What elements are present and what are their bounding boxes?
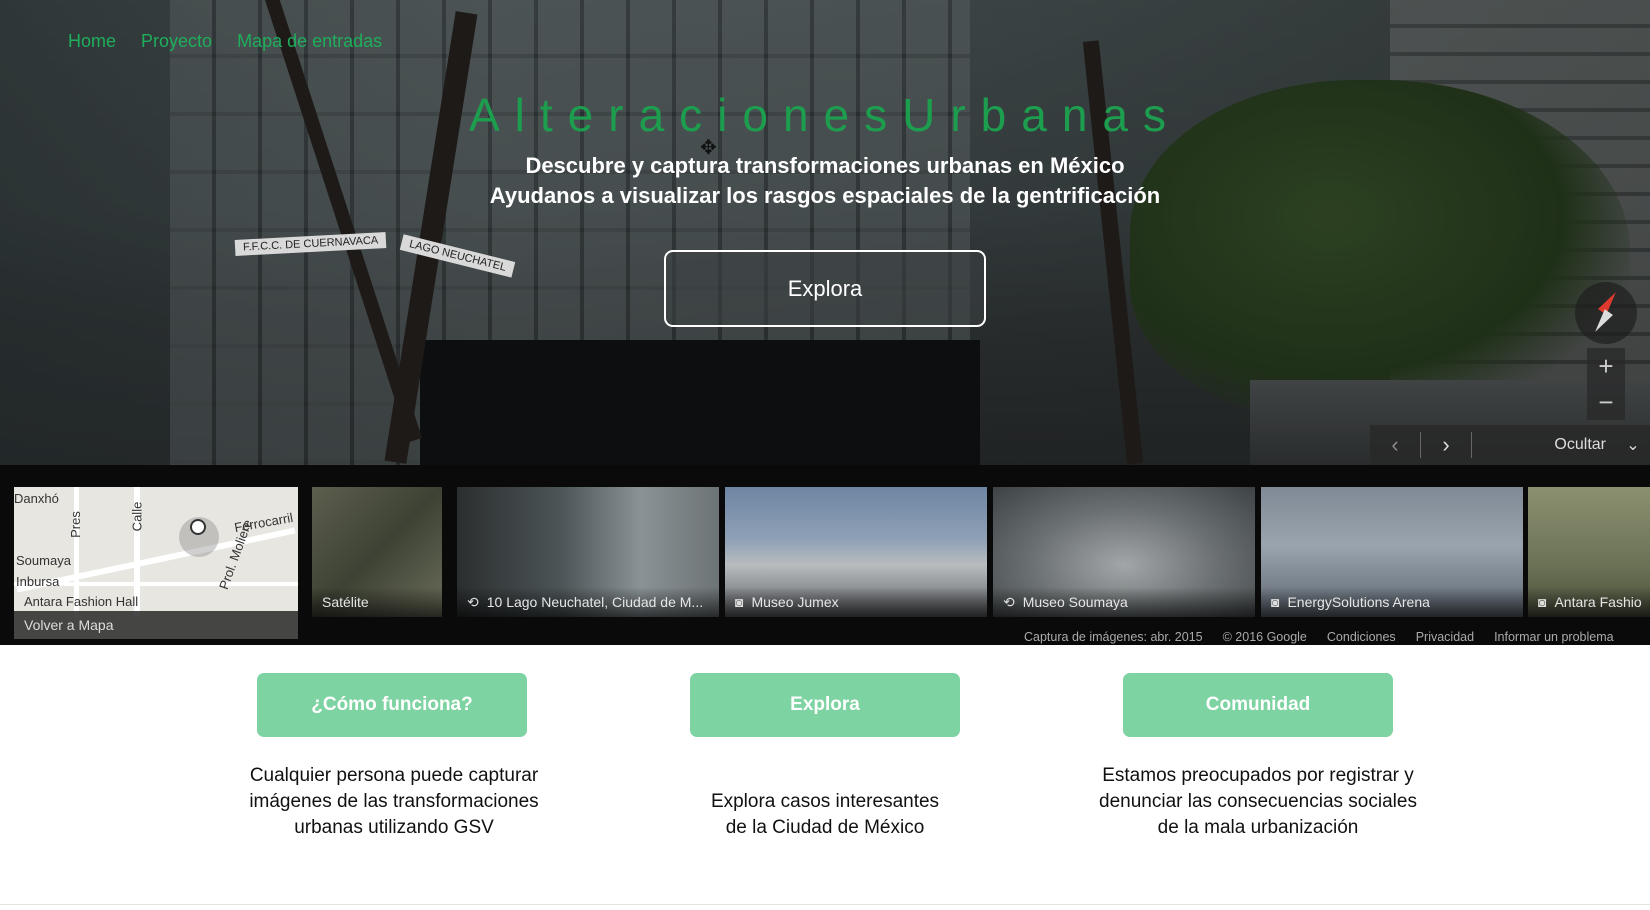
explora-button[interactable]: Explora bbox=[690, 673, 960, 737]
camera-icon: ◙ bbox=[735, 594, 744, 610]
thumbnail-antara[interactable]: ◙ Antara Fashio bbox=[1528, 487, 1650, 617]
zoom-out-button[interactable]: − bbox=[1587, 384, 1625, 420]
thumbnail-museo-jumex[interactable]: ◙ Museo Jumex bbox=[725, 487, 987, 617]
minimap[interactable]: Danxhó Pres Calle Ferrocarril Prol. Moli… bbox=[14, 487, 298, 639]
map-label: Inbursa bbox=[16, 574, 60, 589]
terms-link[interactable]: Condiciones bbox=[1327, 630, 1396, 644]
thumbnail-satelite[interactable]: Satélite bbox=[312, 487, 442, 617]
comunidad-text: Estamos preocupados por registrar y denu… bbox=[1099, 765, 1417, 838]
explora-text: Explora casos interesantes de la Ciudad … bbox=[710, 791, 940, 838]
page: F.F.C.C. DE CUERNAVACA LAGO NEUCHATEL Ho… bbox=[0, 0, 1650, 910]
map-label: Pres bbox=[67, 511, 83, 538]
thumbnail-label: EnergySolutions Arena bbox=[1287, 594, 1430, 610]
features-section: ¿Cómo funciona? Explora Comunidad Cualqu… bbox=[0, 645, 1650, 910]
map-label: Soumaya bbox=[16, 553, 71, 568]
filmstrip: Danxhó Pres Calle Ferrocarril Prol. Moli… bbox=[0, 465, 1650, 645]
thumbnail-label: Museo Soumaya bbox=[1022, 594, 1128, 610]
hero-subtitle-line2: Ayudanos a visualizar los rasgos espacia… bbox=[489, 183, 1161, 208]
360-icon: ⟲ bbox=[1003, 593, 1015, 610]
como-funciona-button[interactable]: ¿Cómo funciona? bbox=[257, 673, 527, 737]
compass-icon[interactable] bbox=[1575, 282, 1637, 344]
pegman-icon[interactable] bbox=[190, 519, 206, 535]
thumbnail-energysolutions-arena[interactable]: ◙ EnergySolutions Arena bbox=[1261, 487, 1523, 617]
hide-filmstrip-button[interactable]: Ocultar bbox=[1472, 436, 1616, 454]
imagery-date: Captura de imágenes: abr. 2015 bbox=[1024, 630, 1203, 644]
thumbnail-caption: ◙ Antara Fashio bbox=[1528, 587, 1650, 617]
comunidad-button[interactable]: Comunidad bbox=[1123, 673, 1393, 737]
thumbnail-label: Antara Fashio bbox=[1554, 594, 1642, 610]
next-arrow-icon[interactable]: › bbox=[1421, 432, 1471, 458]
map-label: Antara Fashion Hall bbox=[24, 594, 139, 609]
report-problem-link[interactable]: Informar un problema bbox=[1494, 630, 1614, 644]
street-view-panorama[interactable]: F.F.C.C. DE CUERNAVACA LAGO NEUCHATEL bbox=[0, 0, 1650, 465]
camera-icon: ◙ bbox=[1271, 594, 1280, 610]
thumbnail-lago-neuchatel[interactable]: ⟲ 10 Lago Neuchatel, Ciudad de M... bbox=[457, 487, 719, 617]
como-funciona-text: Cualquier persona puede capturar imágene… bbox=[249, 765, 539, 838]
hero-subtitle-line1: Descubre y captura transformaciones urba… bbox=[525, 153, 1125, 178]
thumbnail-caption: Satélite bbox=[312, 587, 442, 617]
thumbnail-museo-soumaya[interactable]: ⟲ Museo Soumaya bbox=[993, 487, 1255, 617]
filmstrip-controls: ‹ › Ocultar ⌄ bbox=[1370, 425, 1650, 465]
map-label: Calle bbox=[129, 501, 145, 532]
zoom-in-button[interactable]: + bbox=[1587, 348, 1625, 384]
divider bbox=[0, 904, 1650, 905]
thumbnail-label: 10 Lago Neuchatel, Ciudad de M... bbox=[486, 594, 704, 610]
thumbnail-caption: ⟲ 10 Lago Neuchatel, Ciudad de M... bbox=[457, 587, 719, 617]
camera-icon: ◙ bbox=[1538, 594, 1547, 610]
thumbnail-caption: ◙ EnergySolutions Arena bbox=[1261, 587, 1523, 617]
site-title: AlteracionesUrbanas bbox=[468, 89, 1181, 141]
nav-home-link[interactable]: Home bbox=[68, 31, 116, 52]
thumbnail-label: Museo Jumex bbox=[751, 594, 839, 610]
legal-footer: Captura de imágenes: abr. 2015 © 2016 Go… bbox=[1024, 630, 1614, 644]
privacy-link[interactable]: Privacidad bbox=[1416, 630, 1474, 644]
nav-proyecto-link[interactable]: Proyecto bbox=[141, 31, 212, 52]
map-label: Danxhó bbox=[14, 491, 59, 506]
360-icon: ⟲ bbox=[467, 593, 479, 610]
main-nav: Home Proyecto Mapa de entradas bbox=[68, 31, 382, 52]
nav-mapa-link[interactable]: Mapa de entradas bbox=[237, 31, 382, 52]
back-to-map-button[interactable]: Volver a Mapa bbox=[14, 611, 298, 639]
hero-overlay bbox=[0, 0, 1650, 465]
prev-arrow-icon[interactable]: ‹ bbox=[1370, 432, 1420, 458]
chevron-down-icon[interactable]: ⌄ bbox=[1616, 435, 1650, 455]
thumbnail-label: Satélite bbox=[322, 594, 369, 610]
thumbnail-caption: ⟲ Museo Soumaya bbox=[993, 587, 1255, 617]
explora-hero-button[interactable]: Explora bbox=[664, 250, 986, 327]
move-cursor-icon: ✥ bbox=[700, 137, 717, 159]
copyright: © 2016 Google bbox=[1222, 630, 1307, 644]
thumbnail-caption: ◙ Museo Jumex bbox=[725, 587, 987, 617]
